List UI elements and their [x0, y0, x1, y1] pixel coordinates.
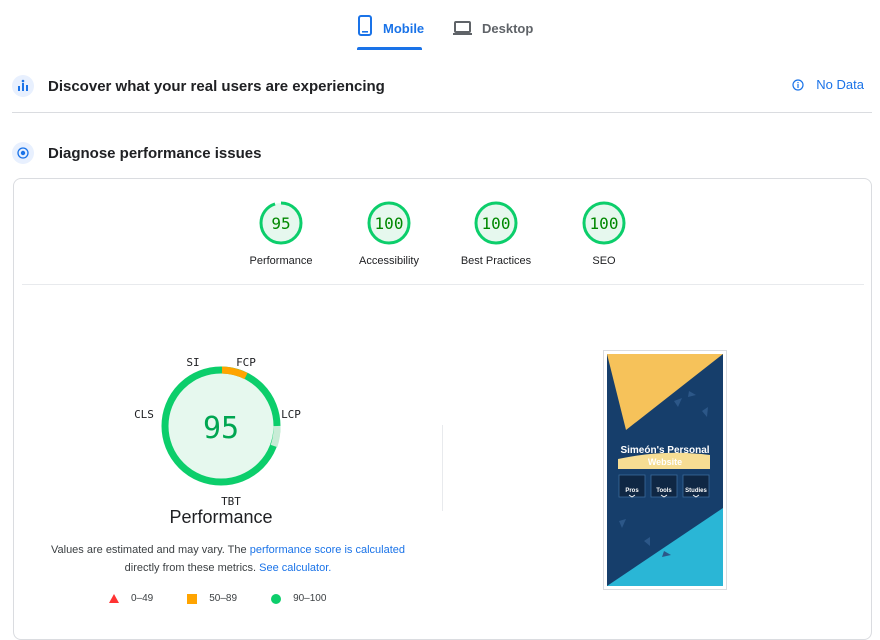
metric-cls-label: CLS	[134, 408, 154, 421]
performance-metrics-gauge: 95 SI FCP LCP CLS TBT	[134, 356, 301, 508]
score-legend: 0–49 50–89 90–100	[109, 593, 360, 604]
section-divider	[12, 112, 872, 113]
vertical-divider	[442, 425, 443, 511]
performance-score-link[interactable]: performance score is calculated	[250, 544, 405, 556]
square-icon	[187, 593, 198, 604]
field-data-icon	[12, 75, 34, 97]
note-middle: directly from these metrics.	[124, 562, 260, 574]
accessibility-score-gauge: 100	[367, 201, 411, 245]
best-practices-score-value: 100	[482, 214, 511, 233]
seo-score-value: 100	[590, 214, 619, 233]
best-practices-label: Best Practices	[460, 255, 532, 267]
screenshot-nav-pros: Pros	[625, 488, 639, 494]
site-title-line2: Website	[648, 457, 682, 467]
tab-desktop-label: Desktop	[482, 21, 534, 36]
info-icon	[792, 78, 804, 91]
gauge-remaining-segment	[270, 425, 281, 448]
active-tab-indicator	[357, 47, 422, 50]
field-data-header: Discover what your real users are experi…	[12, 74, 872, 98]
seo-label: SEO	[592, 255, 616, 267]
performance-score-value: 95	[271, 214, 290, 233]
device-tabs: Mobile Desktop	[0, 0, 880, 52]
accessibility-score-value: 100	[375, 214, 404, 233]
note-prefix: Values are estimated and may vary. The	[50, 544, 250, 556]
diagnose-title: Diagnose performance issues	[48, 144, 262, 162]
field-data-title: Discover what your real users are experi…	[48, 77, 385, 95]
accessibility-label: Accessibility	[359, 255, 419, 267]
metric-si-label: SI	[186, 356, 199, 369]
diagnose-header: Diagnose performance issues	[12, 141, 872, 165]
seo-score-gauge: 100	[582, 201, 626, 245]
performance-label: Performance	[249, 255, 313, 267]
tab-mobile-label: Mobile	[383, 21, 425, 36]
lab-data-card: 95 Performance 100 Accessibility 100 Bes…	[13, 178, 872, 640]
legend-pass-label: 90–100	[293, 593, 327, 604]
diagnose-icon	[12, 142, 34, 164]
see-calculator-link[interactable]: See calculator.	[259, 562, 331, 574]
category-accessibility[interactable]: 100 Accessibility	[334, 201, 444, 267]
no-data-indicator[interactable]: No Data	[792, 77, 864, 92]
performance-score-gauge: 95	[259, 201, 303, 245]
legend-pass: 90–100	[271, 593, 326, 604]
site-title-line1: Simeón's Personal	[620, 445, 709, 456]
screenshot-nav-tools: Tools	[656, 488, 672, 494]
tab-desktop[interactable]: Desktop	[452, 14, 533, 50]
triangle-icon	[109, 593, 119, 603]
performance-gauge-title: Performance	[169, 507, 273, 527]
performance-note: Values are estimated and may vary. The p…	[38, 541, 418, 577]
metric-fcp-label: FCP	[236, 356, 256, 369]
category-performance[interactable]: 95 Performance	[226, 201, 336, 267]
smartphone-icon	[358, 15, 372, 36]
card-divider	[22, 284, 864, 285]
page-screenshot-image: Simeón's Personal Website Pros Tools Stu…	[607, 354, 723, 586]
legend-fail: 0–49	[109, 593, 153, 604]
page-screenshot[interactable]: Simeón's Personal Website Pros Tools Stu…	[603, 350, 727, 590]
laptop-icon	[453, 21, 472, 35]
screenshot-nav-studies: Studies	[685, 488, 707, 494]
category-best-practices[interactable]: 100 Best Practices	[441, 201, 551, 267]
category-seo[interactable]: 100 SEO	[549, 201, 659, 267]
metric-lcp-label: LCP	[281, 408, 301, 421]
legend-average: 50–89	[187, 593, 237, 604]
best-practices-score-gauge: 100	[474, 201, 518, 245]
legend-fail-label: 0–49	[131, 593, 154, 604]
circle-icon	[271, 593, 282, 604]
no-data-label: No Data	[816, 77, 864, 92]
tab-mobile[interactable]: Mobile	[357, 14, 424, 50]
legend-average-label: 50–89	[209, 593, 238, 604]
performance-big-score: 95	[203, 411, 239, 446]
